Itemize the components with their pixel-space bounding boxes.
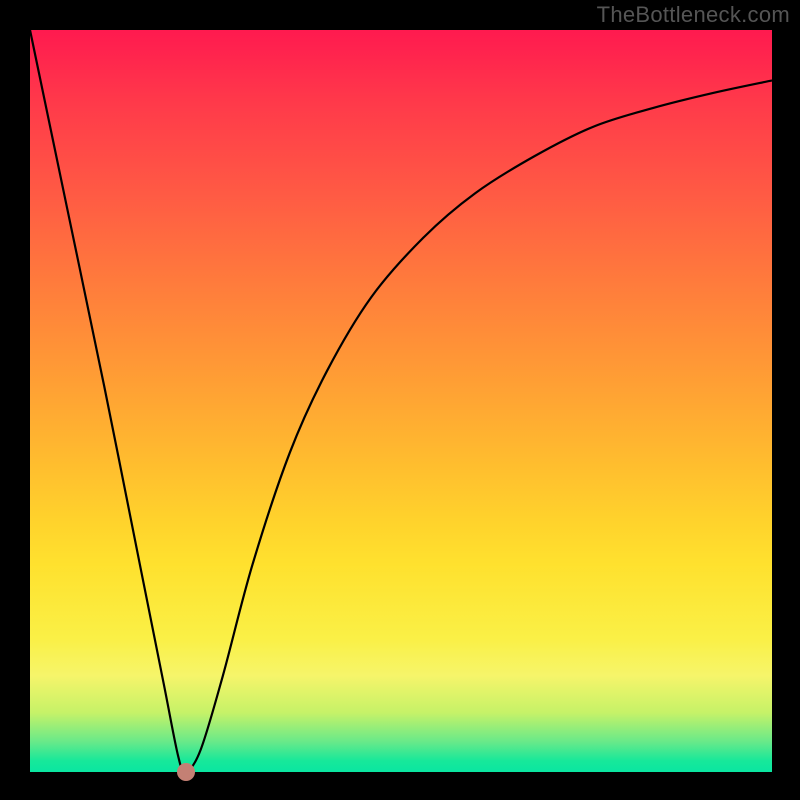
chart-wrapper: TheBottleneck.com: [0, 0, 800, 800]
selected-point-marker: [177, 763, 195, 781]
bottleneck-curve: [30, 30, 772, 772]
watermark-text: TheBottleneck.com: [597, 2, 790, 28]
curve-svg: [30, 30, 772, 772]
plot-area: [30, 30, 772, 772]
